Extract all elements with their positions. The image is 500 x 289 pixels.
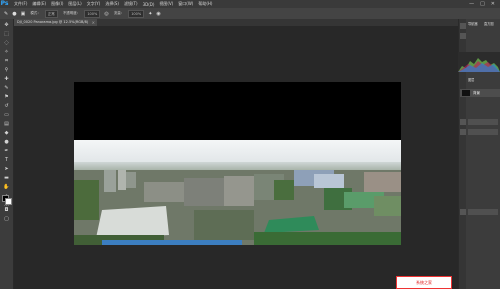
panel-row: [468, 129, 498, 135]
healing-tool-icon[interactable]: ✚: [3, 76, 10, 83]
marquee-tool-icon[interactable]: ⬚: [3, 31, 10, 38]
document-canvas[interactable]: [74, 82, 401, 245]
mode-select[interactable]: 正常: [44, 9, 58, 18]
document-tab[interactable]: DJI_0020 Panorama.jpg @ 12.5%(RGB/8) ×: [14, 19, 97, 26]
maximize-button[interactable]: □: [480, 1, 485, 7]
close-tab-icon[interactable]: ×: [92, 19, 95, 26]
airbrush-icon[interactable]: ✦: [148, 11, 152, 17]
shape-tool-icon[interactable]: ▬: [3, 175, 10, 182]
screen-mode-icon[interactable]: ▢: [3, 216, 10, 223]
background-color-swatch[interactable]: [5, 198, 12, 205]
menu-filter[interactable]: 滤镜(T): [124, 1, 138, 7]
history-brush-tool-icon[interactable]: ↺: [3, 103, 10, 110]
opacity-input[interactable]: 100%: [84, 9, 101, 18]
photoshop-logo: Ps: [0, 0, 9, 7]
tab-histogram[interactable]: 直方图: [484, 21, 494, 26]
panorama-city: [74, 166, 401, 245]
menu-view[interactable]: 视图(V): [159, 1, 173, 7]
eraser-tool-icon[interactable]: ▭: [3, 112, 10, 119]
panel-row: [468, 209, 498, 215]
dodge-tool-icon[interactable]: ●: [3, 139, 10, 146]
layer-row-background[interactable]: 背景: [460, 89, 500, 97]
quick-mask-icon[interactable]: ◘: [3, 207, 10, 214]
flow-input[interactable]: 100%: [128, 9, 145, 18]
document-tab-bar: DJI_0020 Panorama.jpg @ 12.5%(RGB/8) ×: [14, 19, 458, 26]
stamp-tool-icon[interactable]: ⚑: [3, 94, 10, 101]
menu-file[interactable]: 文件(F): [14, 1, 27, 7]
hand-tool-icon[interactable]: ✋: [3, 184, 10, 191]
histogram-graph: [458, 58, 500, 72]
menu-bar: Ps 文件(F) 编辑(E) 图像(I) 图层(L) 文字(Y) 选择(S) 滤…: [0, 0, 500, 8]
blur-tool-icon[interactable]: ◆: [3, 130, 10, 137]
document-tab-title: DJI_0020 Panorama.jpg @ 12.5%(RGB/8): [17, 20, 89, 24]
menu-window[interactable]: 窗口(W): [178, 1, 193, 7]
menu-help[interactable]: 帮助(H): [198, 1, 212, 7]
menu-layer[interactable]: 图层(L): [68, 1, 81, 7]
aerial-city-image: [74, 166, 401, 245]
eyedropper-tool-icon[interactable]: ⚲: [3, 67, 10, 74]
menu-edit[interactable]: 编辑(E): [32, 1, 46, 7]
menu-image[interactable]: 图像(I): [51, 1, 63, 7]
gradient-tool-icon[interactable]: ▤: [3, 121, 10, 128]
menu-3d[interactable]: 3D(D): [143, 2, 155, 7]
opacity-label: 不透明度：: [62, 11, 81, 15]
window-controls: — □ ✕: [469, 1, 500, 7]
magic-wand-tool-icon[interactable]: ✧: [3, 49, 10, 56]
brush-panel-icon[interactable]: ▣: [21, 11, 26, 17]
pressure-size-icon[interactable]: ◉: [156, 11, 160, 17]
pressure-opacity-icon[interactable]: ◎: [104, 11, 108, 17]
lasso-tool-icon[interactable]: ◌: [3, 40, 10, 47]
histogram-display: [458, 52, 500, 72]
watermark-logo: 系统之家: [396, 276, 452, 289]
tab-navigator[interactable]: 导航器: [468, 21, 478, 26]
tab-layers[interactable]: 图层: [468, 77, 474, 82]
close-button[interactable]: ✕: [491, 1, 495, 7]
layer-thumbnail: [462, 90, 470, 96]
menu-select[interactable]: 选择(S): [105, 1, 119, 7]
layer-name: 背景: [473, 91, 480, 95]
brush-tool-icon[interactable]: ✎: [4, 11, 8, 17]
move-tool-icon[interactable]: ✥: [3, 22, 10, 29]
minimize-button[interactable]: —: [469, 1, 474, 7]
menu-type[interactable]: 文字(Y): [87, 1, 101, 7]
panel-row: [468, 119, 498, 125]
flow-label: 流量：: [113, 11, 125, 15]
path-select-tool-icon[interactable]: ➤: [3, 166, 10, 173]
pen-tool-icon[interactable]: ✒: [3, 148, 10, 155]
mode-label: 模式：: [30, 11, 41, 15]
brush-preset-icon[interactable]: ●: [12, 11, 16, 17]
type-tool-icon[interactable]: T: [3, 157, 10, 164]
crop-tool-icon[interactable]: ⌗: [3, 58, 10, 65]
brush-tool-icon[interactable]: ✎: [3, 85, 10, 92]
tools-panel: ✥ ⬚ ◌ ✧ ⌗ ⚲ ✚ ✎ ⚑ ↺ ▭ ▤ ◆ ● ✒ T ➤ ▬ ✋ ⌕ …: [0, 19, 14, 289]
